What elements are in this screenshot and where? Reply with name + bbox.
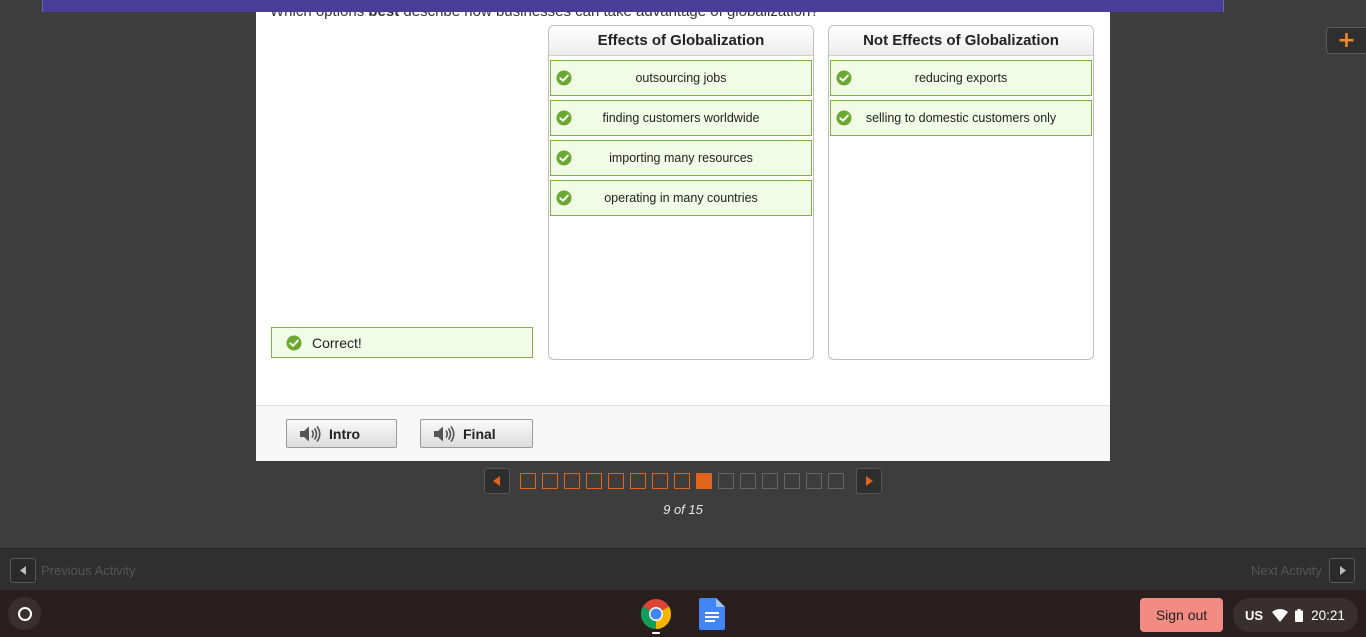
expand-tools-button[interactable]: + [1326,27,1366,54]
pager-square[interactable] [520,473,536,489]
intro-label: Intro [329,425,361,442]
pager-square[interactable] [586,473,602,489]
drop-column-effects[interactable]: Effects of Globalization outsourcing job… [548,25,814,360]
speaker-icon [300,425,321,442]
answer-label: importing many resources [609,151,753,165]
plus-icon: + [1337,27,1356,53]
triangle-left-icon [493,476,500,486]
answer-tile[interactable]: importing many resources [550,140,812,176]
google-docs-icon [699,598,725,630]
chrome-icon [640,599,672,630]
header-divider [1223,0,1224,12]
pager-next-button[interactable] [856,468,882,494]
answer-label: reducing exports [914,71,1008,85]
activity-header-bar [42,0,1224,12]
triangle-right-icon [1339,566,1346,575]
intro-audio-button[interactable]: Intro [286,419,397,448]
next-activity-button[interactable] [1329,558,1355,583]
speaker-icon [434,425,455,442]
answer-tile[interactable]: reducing exports [830,60,1092,96]
pager-square[interactable] [564,473,580,489]
answer-tile[interactable]: finding customers worldwide [550,100,812,136]
answer-tile[interactable]: operating in many countries [550,180,812,216]
feedback-correct: Correct! [271,327,533,358]
activity-card: Which options best describe how business… [256,12,1110,461]
pager-prev-button[interactable] [484,468,510,494]
pager-square[interactable] [608,473,624,489]
pager-square[interactable] [828,473,844,489]
question-suffix: describe how businesses can take advanta… [403,12,818,20]
answer-label: outsourcing jobs [635,71,727,85]
check-circle-icon [556,70,572,86]
docs-app[interactable] [695,597,729,631]
triangle-right-icon [866,476,873,486]
card-footer: Intro Final [256,405,1110,461]
launcher-button[interactable] [8,597,41,630]
os-shelf: Sign out US 20:21 [0,590,1366,637]
status-tray[interactable]: US 20:21 [1233,598,1358,632]
answer-tile[interactable]: outsourcing jobs [550,60,812,96]
check-circle-icon [556,190,572,206]
pager-square[interactable] [674,473,690,489]
check-circle-icon [286,335,302,350]
question-prefix: Which options [270,12,364,20]
launcher-icon [17,606,32,621]
previous-activity-button[interactable] [10,558,36,583]
column-title: Not Effects of Globalization [829,26,1093,56]
check-circle-icon [836,110,852,126]
pager-square[interactable] [762,473,778,489]
pager-square[interactable] [630,473,646,489]
final-label: Final [463,425,496,442]
answer-tile[interactable]: selling to domestic customers only [830,100,1092,136]
pager-square[interactable] [806,473,822,489]
answer-label: selling to domestic customers only [865,111,1057,125]
top-strip [0,0,1366,12]
running-indicator [652,632,660,634]
pager-square-current[interactable] [696,473,712,489]
activity-nav-bar: Previous Activity Next Activity [0,548,1366,590]
column-title: Effects of Globalization [549,26,813,56]
header-divider [42,0,43,12]
pager-square[interactable] [718,473,734,489]
pager-square[interactable] [740,473,756,489]
pager-square[interactable] [784,473,800,489]
previous-activity-label[interactable]: Previous Activity [41,563,136,578]
chrome-app[interactable] [639,597,673,631]
check-circle-icon [556,110,572,126]
feedback-text: Correct! [312,334,362,351]
final-audio-button[interactable]: Final [420,419,533,448]
wifi-icon [1272,608,1289,622]
pager-label: 9 of 15 [663,502,703,517]
triangle-left-icon [19,566,26,575]
question-emphasis: best [368,12,399,20]
drop-column-not-effects[interactable]: Not Effects of Globalization reducing ex… [828,25,1094,360]
pager-square[interactable] [542,473,558,489]
question-text: Which options best describe how business… [270,12,819,20]
next-activity-label[interactable]: Next Activity [1251,563,1322,578]
battery-icon [1295,608,1304,622]
keyboard-layout: US [1245,607,1264,623]
clock: 20:21 [1311,607,1345,623]
answer-label: operating in many countries [604,191,758,205]
answer-label: finding customers worldwide [602,111,760,125]
sign-out-button[interactable]: Sign out [1140,598,1223,632]
check-circle-icon [556,150,572,166]
pager-square[interactable] [652,473,668,489]
check-circle-icon [836,70,852,86]
